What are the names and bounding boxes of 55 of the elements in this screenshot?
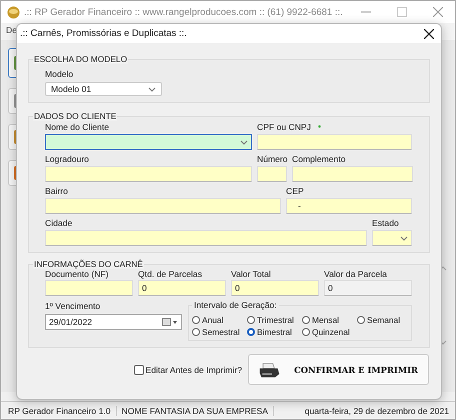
radio-option[interactable]: Bimestral: [247, 327, 302, 337]
status-text: NOME FANTASIA DA SUA EMPRESA: [116, 406, 274, 416]
field-label: Bairro: [45, 184, 68, 196]
input-field[interactable]: [257, 134, 412, 150]
group-title: DADOS DO CLIENTE: [33, 111, 118, 121]
field-label: Valor da Parcela: [324, 268, 388, 280]
input-field[interactable]: 0: [324, 280, 412, 296]
field-label: Valor Total: [231, 268, 272, 280]
radio-option[interactable]: Mensal: [302, 315, 357, 325]
field-label: Cidade: [45, 216, 72, 228]
field-label: Complemento: [292, 152, 346, 164]
radio-option[interactable]: Quinzenal: [302, 327, 357, 337]
field-label: 1º Vencimento: [45, 300, 102, 312]
field-label: Estado: [372, 216, 399, 228]
field-label: CEP: [286, 184, 304, 196]
field-label: Qtd. de Parcelas: [138, 268, 204, 280]
field-label: Modelo: [45, 68, 74, 80]
window-title: .:: RP Gerador Financeiro :: www.rangelproducoes.com :: (61) 9922-6681 ::.: [24, 6, 343, 18]
group-title: Intervalo de Geração:: [192, 300, 279, 310]
coin-icon: [7, 6, 20, 18]
chevron-down-icon: [400, 236, 408, 240]
date-field[interactable]: 29/01/2022: [45, 314, 182, 330]
combo-box[interactable]: [45, 134, 252, 150]
chevron-down-icon: [240, 140, 248, 144]
input-field[interactable]: 0: [231, 280, 319, 296]
field-label: Documento (NF): [45, 269, 110, 280]
dialog-title: .:: Carnês, Promissórias e Duplicatas ::.: [20, 28, 187, 39]
radio-option[interactable]: Semestral: [192, 327, 247, 337]
radio-option[interactable]: Trimestral: [247, 315, 302, 325]
input-field[interactable]: [292, 166, 413, 182]
calendar-icon: [162, 318, 178, 326]
close-icon[interactable]: [424, 28, 434, 38]
model-dropdown[interactable]: Modelo 01: [45, 82, 162, 96]
radio-option[interactable]: Anual: [192, 315, 247, 325]
input-field[interactable]: [45, 166, 252, 182]
edit-checkbox[interactable]: Editar Antes de Imprimir?: [134, 364, 242, 374]
chevron-down-icon: [148, 86, 156, 92]
radio-option[interactable]: Semanal: [357, 315, 412, 325]
maximize-icon[interactable]: [397, 7, 407, 17]
input-field[interactable]: -: [286, 198, 412, 214]
field-label: Número: [257, 152, 288, 164]
field-label: Logradouro: [45, 152, 89, 164]
group-title: ESCOLHA DO MODELO: [33, 54, 128, 64]
field-label: Nome do Cliente: [45, 120, 110, 132]
group-title: INFORMAÇÕES DO CARNÊ: [33, 259, 144, 269]
input-field[interactable]: 0: [138, 280, 226, 296]
confirm-button[interactable]: CONFIRMAR E IMPRIMIR: [248, 354, 429, 385]
input-field[interactable]: [257, 166, 287, 182]
status-text: quarta-feira, 29 de dezembro de 2021: [304, 406, 450, 416]
status-dot-icon: [318, 125, 321, 128]
input-field[interactable]: [45, 280, 133, 296]
input-field[interactable]: [45, 198, 281, 214]
status-text: RP Gerador Financeiro 1.0: [1, 406, 117, 416]
input-field[interactable]: [45, 230, 367, 246]
field-label: CPF ou CNPJ: [257, 120, 311, 132]
